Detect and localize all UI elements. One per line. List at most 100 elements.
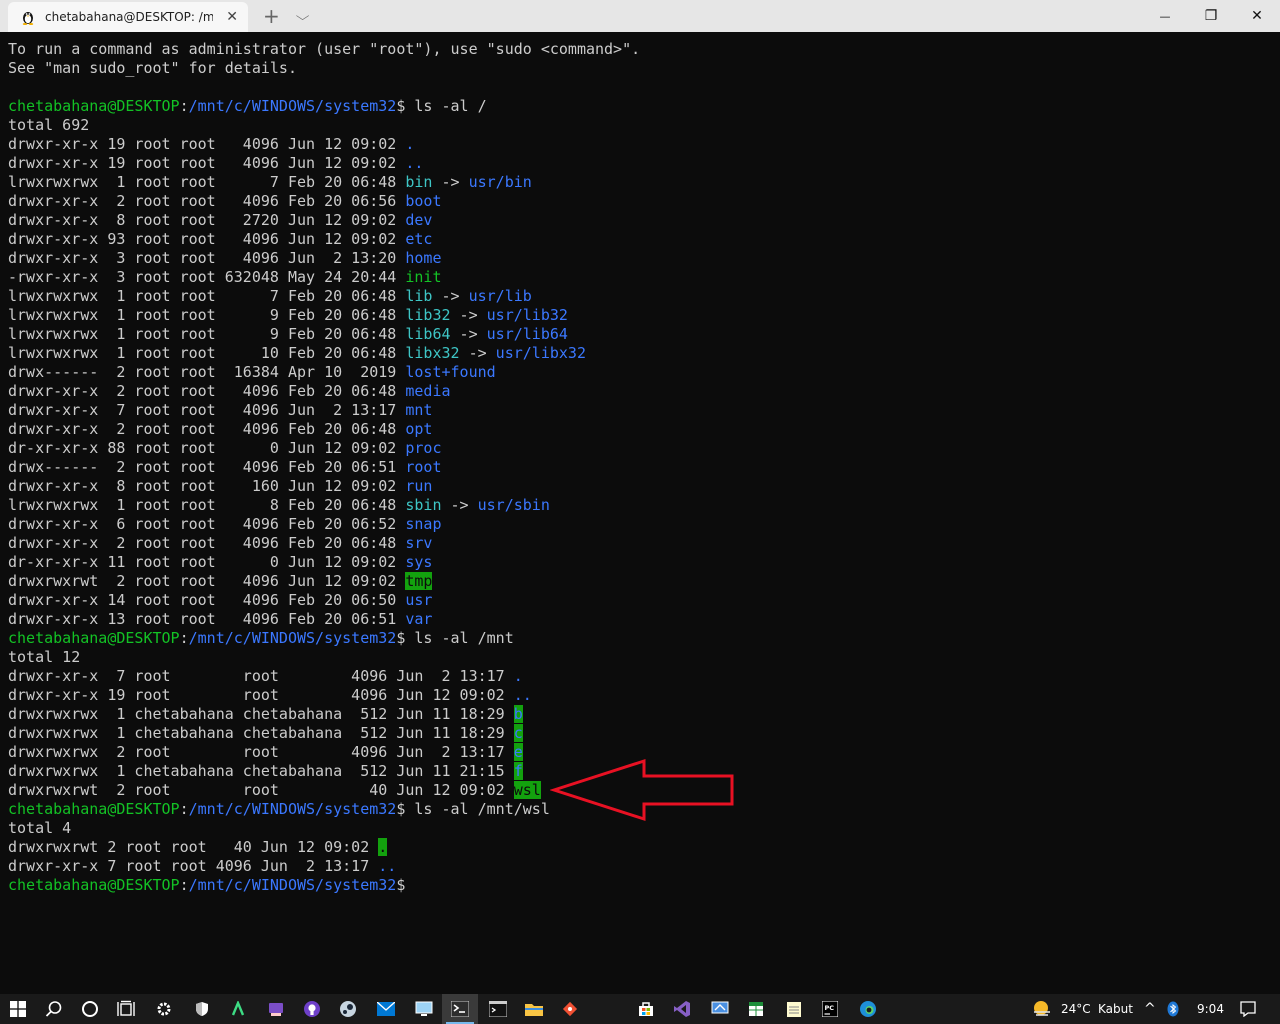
file-meta: lrwxrwxrwx 1 root root 9 Feb 20 06:48	[8, 306, 406, 324]
terminal-tab[interactable]: chetabahana@DESKTOP: /mnt/c ✕	[8, 2, 248, 32]
taskbar-settings[interactable]	[146, 994, 182, 1024]
tray-bluetooth[interactable]	[1158, 994, 1188, 1024]
title-bar: chetabahana@DESKTOP: /mnt/c ✕ + ⌵ — ❐ ✕	[0, 0, 1280, 32]
listing-row: drwx------ 2 root root 16384 Apr 10 2019…	[8, 363, 1272, 382]
file-meta: drwxrwxrwt 2 root root 40 Jun 12 09:02	[8, 781, 514, 799]
taskbar-github[interactable]	[294, 994, 330, 1024]
file-name: media	[405, 382, 451, 400]
link-target: usr/libx32	[495, 344, 586, 362]
remote-desktop-icon	[415, 1001, 433, 1016]
listing-row: lrwxrwxrwx 1 root root 7 Feb 20 06:48 bi…	[8, 173, 532, 191]
taskbar-notepad[interactable]	[776, 994, 812, 1024]
link-target: usr/lib	[468, 287, 532, 305]
file-name: etc	[405, 230, 433, 248]
taskbar-spreadsheet[interactable]	[738, 994, 774, 1024]
file-meta: drwx------ 2 root root 4096 Feb 20 06:51	[8, 458, 406, 476]
listing-row: lrwxrwxrwx 1 root root 9 Feb 20 06:48 li…	[8, 325, 568, 343]
prompt-path: /mnt/c/WINDOWS/system32	[188, 800, 397, 818]
total-text: total 12	[8, 648, 81, 666]
listing-row: drwxrwxrwt 2 root root 4096 Jun 12 09:02…	[8, 572, 1272, 591]
clock-time[interactable]: 9:04	[1197, 994, 1224, 1024]
steam-icon	[340, 1001, 356, 1017]
listing-row: drwxr-xr-x 2 root root 4096 Feb 20 06:48…	[8, 420, 1272, 439]
taskbar-command-prompt[interactable]	[480, 994, 516, 1024]
minimize-icon: —	[1159, 9, 1171, 23]
prompt-path: /mnt/c/WINDOWS/system32	[188, 629, 397, 647]
taskbar-git[interactable]	[552, 994, 588, 1024]
minimize-button[interactable]: —	[1142, 0, 1188, 32]
prompt-user: chetabahana@DESKTOP	[8, 800, 180, 818]
taskbar-visual-studio[interactable]	[664, 994, 700, 1024]
taskbar-pycharm[interactable]: PC	[812, 994, 848, 1024]
file-name: ..	[378, 857, 397, 875]
close-button[interactable]: ✕	[1234, 0, 1280, 32]
restore-icon: ❐	[1204, 8, 1218, 24]
listing-row: drwxr-xr-x 2 root root 4096 Feb 20 06:48…	[8, 382, 1272, 401]
listing-row: drwxr-xr-x 93 root root 4096 Jun 12 09:0…	[8, 230, 1272, 249]
search-button[interactable]	[36, 994, 72, 1024]
total-text: total 692	[8, 116, 90, 134]
file-name: root	[405, 458, 442, 476]
file-name: boot	[405, 192, 442, 210]
file-meta: drwxrwxrwx 1 chetabahana chetabahana 512…	[8, 724, 514, 742]
svg-text:PC: PC	[825, 1004, 835, 1012]
file-name: ..	[405, 154, 424, 172]
notification-icon	[1240, 1001, 1256, 1017]
tray-chevron-icon[interactable]: ^	[1144, 994, 1156, 1024]
listing-row: lrwxrwxrwx 1 root root 9 Feb 20 06:48 li…	[8, 306, 568, 324]
tab-close-button[interactable]: ✕	[226, 9, 238, 25]
file-meta: lrwxrwxrwx 1 root root 7 Feb 20 06:48	[8, 173, 406, 191]
tab-dropdown-button[interactable]: ⌵	[296, 9, 310, 24]
file-meta: drwxr-xr-x 19 root root 4096 Jun 12 09:0…	[8, 135, 406, 153]
file-meta: drwxr-xr-x 8 root root 2720 Jun 12 09:02	[8, 211, 406, 229]
tab-title: chetabahana@DESKTOP: /mnt/c	[45, 10, 213, 24]
windows-terminal-icon	[451, 1001, 469, 1017]
file-name: e	[513, 743, 523, 761]
file-meta: dr-xr-xr-x 88 root root 0 Jun 12 09:02	[8, 439, 406, 457]
listing-row: drwxr-xr-x 2 root root 4096 Feb 20 06:56…	[8, 192, 1272, 211]
weather-temperature[interactable]: 24°C	[1061, 994, 1091, 1024]
taskbar-edge[interactable]	[850, 994, 886, 1024]
cortana-button[interactable]	[72, 994, 108, 1024]
prompt-line: chetabahana@DESKTOP:/mnt/c/WINDOWS/syste…	[8, 97, 487, 115]
taskbar-file-explorer[interactable]	[516, 994, 552, 1024]
file-name: c	[513, 724, 523, 742]
taskbar-connect[interactable]	[702, 994, 738, 1024]
listing-row: drwx------ 2 root root 4096 Feb 20 06:51…	[8, 458, 1272, 477]
weather-widget[interactable]	[1024, 994, 1060, 1024]
taskbar-remote-desktop[interactable]	[406, 994, 442, 1024]
visual-studio-icon	[674, 1001, 690, 1017]
taskbar-security[interactable]	[184, 994, 220, 1024]
new-tab-button[interactable]: +	[263, 5, 280, 27]
prompt-user: chetabahana@DESKTOP	[8, 629, 180, 647]
file-name: mnt	[405, 401, 433, 419]
start-button[interactable]	[0, 994, 36, 1024]
task-view-button[interactable]	[108, 994, 144, 1024]
prompt-user: chetabahana@DESKTOP	[8, 876, 180, 894]
prompt-user: chetabahana@DESKTOP	[8, 97, 180, 115]
mail-icon	[377, 1002, 395, 1016]
listing-row: -rwxr-xr-x 3 root root 632048 May 24 20:…	[8, 268, 1272, 287]
bluetooth-icon	[1167, 1001, 1179, 1017]
file-name: proc	[405, 439, 442, 457]
listing-row: drwxr-xr-x 19 root root 4096 Jun 12 09:0…	[8, 135, 1272, 154]
file-name: lib	[405, 287, 433, 305]
action-center-button[interactable]	[1230, 994, 1266, 1024]
file-meta: drwxr-xr-x 2 root root 4096 Feb 20 06:48	[8, 382, 406, 400]
taskbar-store[interactable]	[628, 994, 664, 1024]
file-name: b	[513, 705, 523, 723]
terminal-output[interactable]: To run a command as administrator (user …	[8, 40, 1272, 996]
file-meta: lrwxrwxrwx 1 root root 9 Feb 20 06:48	[8, 325, 406, 343]
file-meta: lrwxrwxrwx 1 root root 10 Feb 20 06:48	[8, 344, 406, 362]
taskbar-windows-terminal[interactable]	[442, 994, 478, 1024]
file-name: lib64	[405, 325, 451, 343]
weather-description[interactable]: Kabut	[1098, 994, 1133, 1024]
file-meta: -rwxr-xr-x 3 root root 632048 May 24 20:…	[8, 268, 406, 286]
file-name: srv	[405, 534, 433, 552]
taskbar-android-studio[interactable]	[220, 994, 256, 1024]
file-name: wsl	[513, 781, 541, 799]
taskbar-github-desktop[interactable]	[258, 994, 294, 1024]
restore-button[interactable]: ❐	[1188, 0, 1234, 32]
taskbar-steam[interactable]	[330, 994, 366, 1024]
taskbar-mail[interactable]	[368, 994, 404, 1024]
